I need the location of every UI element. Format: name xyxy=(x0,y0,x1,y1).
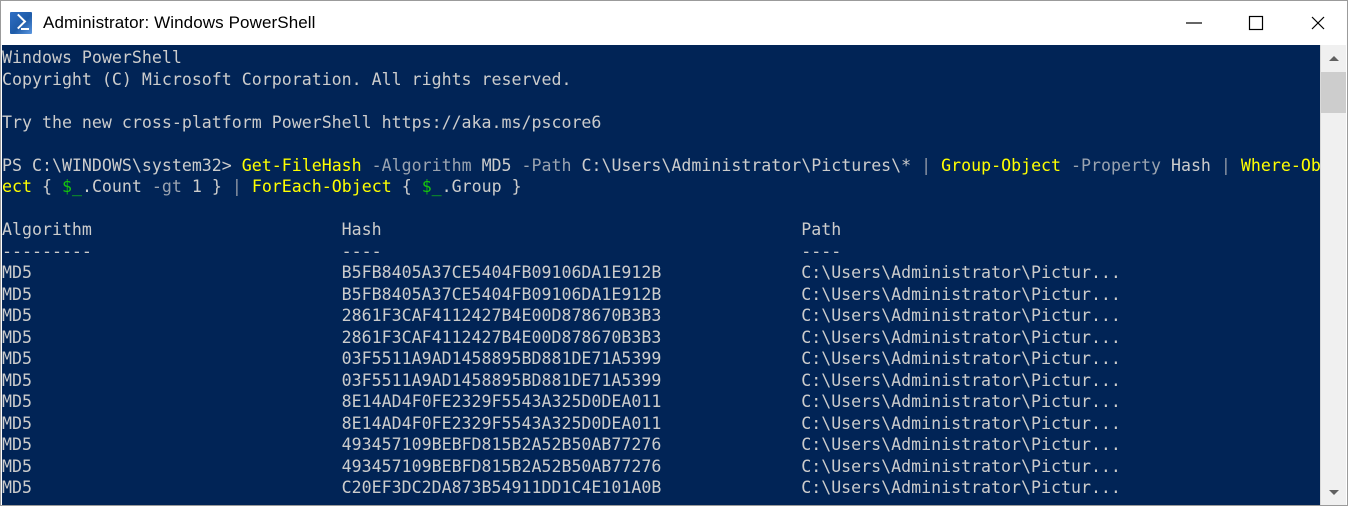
console-span: $_ xyxy=(421,177,442,196)
console-span: { xyxy=(391,177,422,196)
console-line: MD5 C20EF3DC2DA873B54911DD1C4E101A0B C:\… xyxy=(2,477,1322,499)
minimize-button[interactable] xyxy=(1163,1,1225,45)
console-span: MD5 8E14AD4F0FE2329F5543A325D0DEA011 C:\… xyxy=(2,413,1121,433)
scroll-up-icon[interactable] xyxy=(1321,45,1346,71)
console-span: MD5 8E14AD4F0FE2329F5543A325D0DEA011 C:\… xyxy=(2,392,1121,411)
console-text: Windows PowerShell Copyright (C) Microsof… xyxy=(2,47,1322,499)
console-span: | xyxy=(921,155,932,175)
console-line: MD5 03F5511A9AD1458895BD881DE71A5399 C:\… xyxy=(2,370,1322,392)
console-span: ForEach-Object xyxy=(251,177,392,196)
console-line: Windows PowerShell xyxy=(2,47,1322,69)
console-span: C:\Users\Administrator\Pictures\* xyxy=(571,155,922,175)
console-line: MD5 8E14AD4F0FE2329F5543A325D0DEA011 C:\… xyxy=(2,391,1322,413)
console-line: --------- ---- ---- xyxy=(2,241,1322,263)
console-span: Algorithm Hash Path xyxy=(2,220,842,239)
console-span: PS C:\WINDOWS\system32> xyxy=(2,155,232,175)
console-span: MD5 xyxy=(471,155,522,175)
console-span: -Path xyxy=(521,155,572,175)
console-span: MD5 03F5511A9AD1458895BD881DE71A5399 C:\… xyxy=(2,370,1121,390)
console-span xyxy=(1231,156,1241,175)
console-span xyxy=(362,156,372,175)
console-span: 1 } xyxy=(181,177,232,196)
console-line: Copyright (C) Microsoft Corporation. All… xyxy=(2,69,1322,91)
console-span xyxy=(242,177,252,196)
console-span: ect xyxy=(2,177,32,196)
console-line: MD5 493457109BEBFD815B2A52B50AB77276 C:\… xyxy=(2,434,1322,456)
close-button[interactable] xyxy=(1287,1,1347,45)
console-span: MD5 C20EF3DC2DA873B54911DD1C4E101A0B C:\… xyxy=(2,478,1121,497)
console-span: MD5 493457109BEBFD815B2A52B50AB77276 C:\… xyxy=(2,435,1121,454)
window-controls xyxy=(1163,1,1347,45)
console-line: MD5 03F5511A9AD1458895BD881DE71A5399 C:\… xyxy=(2,348,1322,370)
console-span: Try the new cross-platform PowerShell ht… xyxy=(2,112,602,132)
console-span: Hash xyxy=(1160,155,1221,175)
console-output-area[interactable]: Windows PowerShell Copyright (C) Microsof… xyxy=(2,45,1322,505)
console-span: $_ xyxy=(61,177,82,196)
console-span: | xyxy=(231,177,242,196)
console-span: MD5 493457109BEBFD815B2A52B50AB77276 C:\… xyxy=(2,456,1121,476)
console-span: Where-Obj xyxy=(1240,155,1322,175)
console-span: --------- ---- ---- xyxy=(2,241,842,261)
console-span: { xyxy=(31,177,62,196)
console-span: MD5 B5FB8405A37CE5404FB09106DA1E912B C:\… xyxy=(2,284,1121,304)
console-span: MD5 B5FB8405A37CE5404FB09106DA1E912B C:\… xyxy=(2,263,1121,282)
console-span xyxy=(1061,156,1071,175)
console-span: Windows PowerShell xyxy=(2,48,182,67)
console-line: MD5 B5FB8405A37CE5404FB09106DA1E912B C:\… xyxy=(2,262,1322,284)
console-line: PS C:\WINDOWS\system32> Get-FileHash -Al… xyxy=(2,155,1322,177)
powershell-window: Administrator: Windows PowerShell Window… xyxy=(0,0,1348,506)
console-line: MD5 B5FB8405A37CE5404FB09106DA1E912B C:\… xyxy=(2,284,1322,306)
scrollbar-thumb[interactable] xyxy=(1321,72,1346,113)
scroll-down-icon[interactable] xyxy=(1321,479,1346,505)
console-span: | xyxy=(1220,155,1231,175)
console-span xyxy=(232,156,242,175)
console-line: MD5 493457109BEBFD815B2A52B50AB77276 C:\… xyxy=(2,456,1322,478)
console-span: -Algorithm xyxy=(371,155,472,175)
console-line: MD5 8E14AD4F0FE2329F5543A325D0DEA011 C:\… xyxy=(2,413,1322,435)
console-span: MD5 2861F3CAF4112427B4E00D878670B3B3 C:\… xyxy=(2,327,1121,347)
title-bar[interactable]: Administrator: Windows PowerShell xyxy=(1,1,1347,45)
console-scrollbar[interactable] xyxy=(1320,45,1346,505)
console-span: Group-Object xyxy=(941,155,1062,175)
maximize-button[interactable] xyxy=(1225,1,1287,45)
console-line: MD5 2861F3CAF4112427B4E00D878670B3B3 C:\… xyxy=(2,327,1322,349)
console-span: Copyright (C) Microsoft Corporation. All… xyxy=(2,69,572,89)
console-span: -gt xyxy=(151,177,182,196)
scrollbar-track[interactable] xyxy=(1321,71,1346,479)
powershell-icon xyxy=(10,12,32,34)
console-span: .Group } xyxy=(441,177,522,196)
console-span: .Count xyxy=(81,177,152,196)
console-line: ect { $_.Count -gt 1 } | ForEach-Object … xyxy=(2,176,1322,198)
console-span: Get-FileHash xyxy=(241,155,362,175)
console-line: Try the new cross-platform PowerShell ht… xyxy=(2,112,1322,134)
console-line: MD5 2861F3CAF4112427B4E00D878670B3B3 C:\… xyxy=(2,305,1322,327)
window-title: Administrator: Windows PowerShell xyxy=(43,13,316,32)
console-span xyxy=(931,156,941,175)
console-span: MD5 03F5511A9AD1458895BD881DE71A5399 C:\… xyxy=(2,349,1121,368)
console-span: -Property xyxy=(1071,155,1161,175)
console-span: MD5 2861F3CAF4112427B4E00D878670B3B3 C:\… xyxy=(2,306,1121,325)
console-line: Algorithm Hash Path xyxy=(2,219,1322,241)
